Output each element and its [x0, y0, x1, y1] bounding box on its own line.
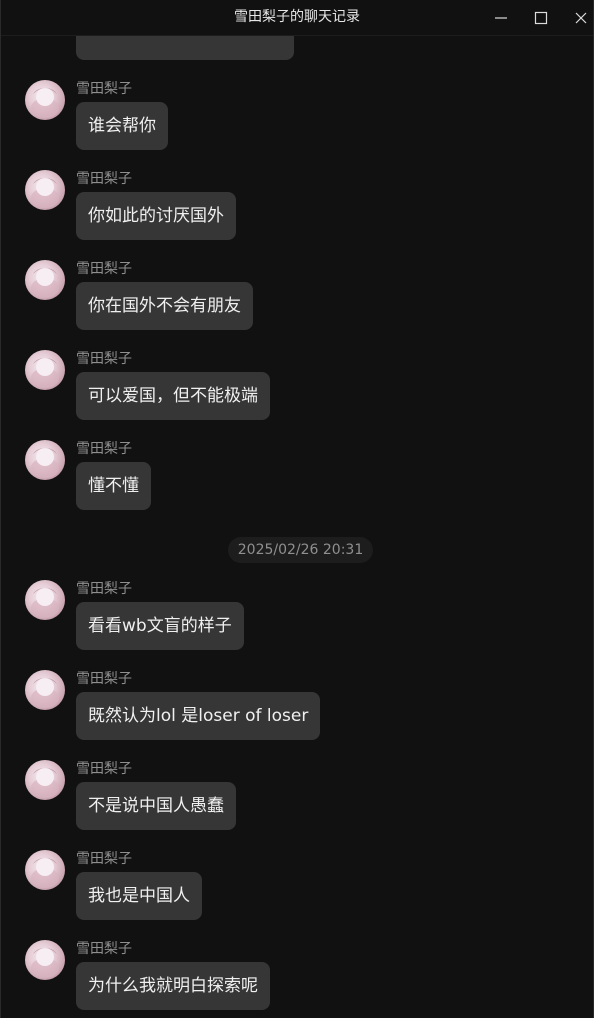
avatar[interactable]	[25, 440, 65, 480]
title-bar[interactable]: 雪田梨子的聊天记录	[1, 0, 593, 36]
sender-name: 雪田梨子	[76, 261, 132, 277]
timestamp-divider: 2025/02/26 20:31	[228, 537, 373, 563]
message-item: 雪田梨子 不是说中国人愚蠢	[1, 760, 593, 850]
avatar[interactable]	[25, 80, 65, 120]
message-bubble[interactable]: 谁会帮你	[76, 102, 168, 150]
sender-name: 雪田梨子	[76, 581, 132, 597]
message-item: 雪田梨子 你如此的讨厌国外	[1, 170, 593, 260]
avatar[interactable]	[25, 580, 65, 620]
sender-name: 雪田梨子	[76, 441, 132, 457]
message-item: 雪田梨子 你在国外不会有朋友	[1, 260, 593, 350]
message-item: 雪田梨子 懂不懂	[1, 440, 593, 530]
close-icon	[575, 12, 587, 23]
minimize-icon	[495, 16, 507, 19]
avatar[interactable]	[25, 850, 65, 890]
sender-name: 雪田梨子	[76, 941, 132, 957]
message-item: 雪田梨子 谁会帮你	[1, 80, 593, 170]
avatar[interactable]	[25, 260, 65, 300]
message-bubble[interactable]: 你如此的讨厌国外	[76, 192, 236, 240]
minimize-button[interactable]	[481, 0, 521, 35]
sender-name: 雪田梨子	[76, 351, 132, 367]
message-bubble[interactable]: 为什么我就明白探索呢	[76, 962, 270, 1010]
message-bubble[interactable]: 懂不懂	[76, 462, 151, 510]
message-bubble[interactable]: 看看wb文盲的样子	[76, 602, 244, 650]
maximize-icon	[534, 11, 548, 24]
avatar[interactable]	[25, 760, 65, 800]
sender-name: 雪田梨子	[76, 671, 132, 687]
message-bubble[interactable]: 既然认为lol 是loser of loser	[76, 692, 321, 740]
message-bubble[interactable]: 我也是中国人	[76, 872, 202, 920]
message-item: 雪田梨子 我也是中国人	[1, 850, 593, 940]
sender-name: 雪田梨子	[76, 851, 132, 867]
avatar[interactable]	[25, 350, 65, 390]
avatar[interactable]	[25, 670, 65, 710]
message-item: 雪田梨子 既然认为lol 是loser of loser	[1, 670, 593, 760]
message-list[interactable]: 当你别日种人歧视的时候 雪田梨子 谁会帮你 雪田梨子 你如此的讨厌国外 雪田梨子…	[1, 0, 593, 1018]
message-item: 雪田梨子 为什么我就明白探索呢	[1, 940, 593, 1018]
message-item: 雪田梨子 可以爱国，但不能极端	[1, 350, 593, 440]
sender-name: 雪田梨子	[76, 171, 132, 187]
close-button[interactable]	[561, 0, 593, 35]
chat-history-window: 当你别日种人歧视的时候 雪田梨子 谁会帮你 雪田梨子 你如此的讨厌国外 雪田梨子…	[0, 0, 594, 1018]
sender-name: 雪田梨子	[76, 81, 132, 97]
avatar[interactable]	[25, 940, 65, 980]
sender-name: 雪田梨子	[76, 761, 132, 777]
message-bubble[interactable]: 你在国外不会有朋友	[76, 282, 253, 330]
avatar[interactable]	[25, 170, 65, 210]
message-bubble[interactable]: 可以爱国，但不能极端	[76, 372, 270, 420]
message-item: 雪田梨子 看看wb文盲的样子	[1, 580, 593, 670]
message-bubble[interactable]: 不是说中国人愚蠢	[76, 782, 236, 830]
maximize-button[interactable]	[521, 0, 561, 35]
